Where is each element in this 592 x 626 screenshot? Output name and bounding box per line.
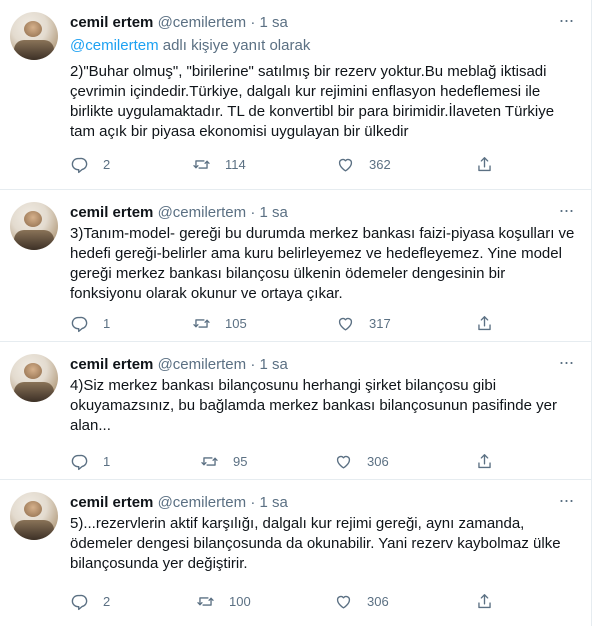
share-button[interactable]: [475, 449, 494, 473]
avatar[interactable]: [10, 202, 58, 250]
reply-button[interactable]: 2: [70, 152, 110, 176]
reply-icon: [71, 316, 88, 332]
reply-button[interactable]: 1: [70, 311, 110, 335]
tweet-actions: 1 105 317: [70, 311, 491, 335]
avatar[interactable]: [10, 492, 58, 540]
like-button[interactable]: 317: [336, 311, 391, 335]
tweet-header: cemil ertem @cemilertem · 1 sa ···: [70, 11, 577, 34]
separator-dot: ·: [250, 494, 256, 511]
retweet-icon: [197, 596, 214, 606]
tweet-actions: 2 114 362: [70, 152, 491, 176]
author-handle[interactable]: @cemilertem: [158, 14, 247, 31]
share-icon: [478, 156, 491, 171]
more-icon[interactable]: ···: [555, 353, 577, 376]
share-icon: [478, 593, 491, 608]
reply-count: 2: [103, 593, 111, 609]
timestamp[interactable]: 1 sa: [259, 494, 287, 511]
like-button[interactable]: 362: [336, 152, 391, 176]
reply-button[interactable]: 2: [70, 589, 110, 613]
share-icon: [478, 315, 491, 330]
tweet[interactable]: cemil ertem @cemilertem · 1 sa ··· 3)Tan…: [0, 190, 591, 342]
tweet-text: 2)"Buhar olmuş", "birilerine" satılmış b…: [70, 63, 555, 140]
reply-count: 2: [103, 156, 111, 172]
tweet-text: 5)...rezervlerin aktif karşılığı, dalgal…: [70, 515, 561, 572]
tweet-actions: 1 95 306: [70, 449, 491, 473]
like-count: 306: [367, 593, 389, 609]
retweet-icon: [193, 318, 210, 328]
more-icon[interactable]: ···: [555, 201, 577, 224]
retweet-icon: [201, 456, 218, 466]
timestamp[interactable]: 1 sa: [259, 204, 287, 221]
retweet-count: 100: [229, 593, 251, 609]
tweet-header: cemil ertem @cemilertem · 1 sa ···: [70, 201, 577, 224]
timestamp[interactable]: 1 sa: [259, 14, 287, 31]
avatar[interactable]: [10, 354, 58, 402]
author-name[interactable]: cemil ertem: [70, 14, 153, 31]
more-icon[interactable]: ···: [555, 491, 577, 514]
heart-icon: [338, 317, 353, 331]
retweet-button[interactable]: 114: [192, 152, 246, 176]
retweet-count: 95: [233, 453, 248, 469]
tweet-header: cemil ertem @cemilertem · 1 sa ···: [70, 491, 577, 514]
like-count: 306: [367, 453, 389, 469]
like-button[interactable]: 306: [334, 589, 389, 613]
heart-icon: [336, 455, 351, 469]
author-handle[interactable]: @cemilertem: [158, 494, 247, 511]
tweet[interactable]: cemil ertem @cemilertem · 1 sa ··· @cemi…: [0, 0, 591, 190]
reply-icon: [71, 454, 88, 470]
share-button[interactable]: [475, 589, 494, 613]
separator-dot: ·: [250, 356, 256, 373]
author-name[interactable]: cemil ertem: [70, 494, 153, 511]
reply-count: 1: [103, 315, 111, 331]
reply-context: @cemilertem adlı kişiye yanıt olarak: [70, 36, 310, 56]
author-name[interactable]: cemil ertem: [70, 204, 153, 221]
share-button[interactable]: [475, 311, 494, 335]
reply-button[interactable]: 1: [70, 449, 110, 473]
reply-icon: [71, 594, 88, 610]
tweet-header: cemil ertem @cemilertem · 1 sa ···: [70, 353, 577, 376]
separator-dot: ·: [250, 204, 256, 221]
timestamp[interactable]: 1 sa: [259, 356, 287, 373]
retweet-icon: [193, 159, 210, 169]
retweet-button[interactable]: 105: [192, 311, 247, 335]
reply-count: 1: [103, 453, 111, 469]
author-name[interactable]: cemil ertem: [70, 356, 153, 373]
reply-mention-link[interactable]: @cemilertem: [70, 37, 159, 54]
heart-icon: [338, 158, 353, 172]
tweet-thread: cemil ertem @cemilertem · 1 sa ··· @cemi…: [0, 0, 592, 626]
retweet-count: 114: [225, 156, 246, 172]
like-button[interactable]: 306: [334, 449, 389, 473]
tweet[interactable]: cemil ertem @cemilertem · 1 sa ··· 5)...…: [0, 480, 591, 626]
avatar[interactable]: [10, 12, 58, 60]
tweet-text: 3)Tanım-model- gereği bu durumda merkez …: [70, 225, 575, 302]
share-icon: [478, 453, 491, 468]
retweet-button[interactable]: 100: [196, 589, 251, 613]
retweet-count: 105: [225, 315, 247, 331]
tweet-text: 4)Siz merkez bankası bilançosunu herhang…: [70, 377, 557, 434]
share-button[interactable]: [475, 152, 494, 176]
tweet[interactable]: cemil ertem @cemilertem · 1 sa ··· 4)Siz…: [0, 342, 591, 480]
tweet-actions: 2 100 306: [70, 589, 491, 613]
author-handle[interactable]: @cemilertem: [158, 356, 247, 373]
separator-dot: ·: [250, 14, 256, 31]
reply-icon: [71, 157, 88, 173]
heart-icon: [336, 595, 351, 609]
like-count: 317: [369, 315, 391, 331]
retweet-button[interactable]: 95: [200, 449, 247, 473]
like-count: 362: [369, 156, 391, 172]
reply-context-label: adlı kişiye yanıt olarak: [158, 37, 311, 54]
author-handle[interactable]: @cemilertem: [158, 204, 247, 221]
more-icon[interactable]: ···: [555, 11, 577, 34]
